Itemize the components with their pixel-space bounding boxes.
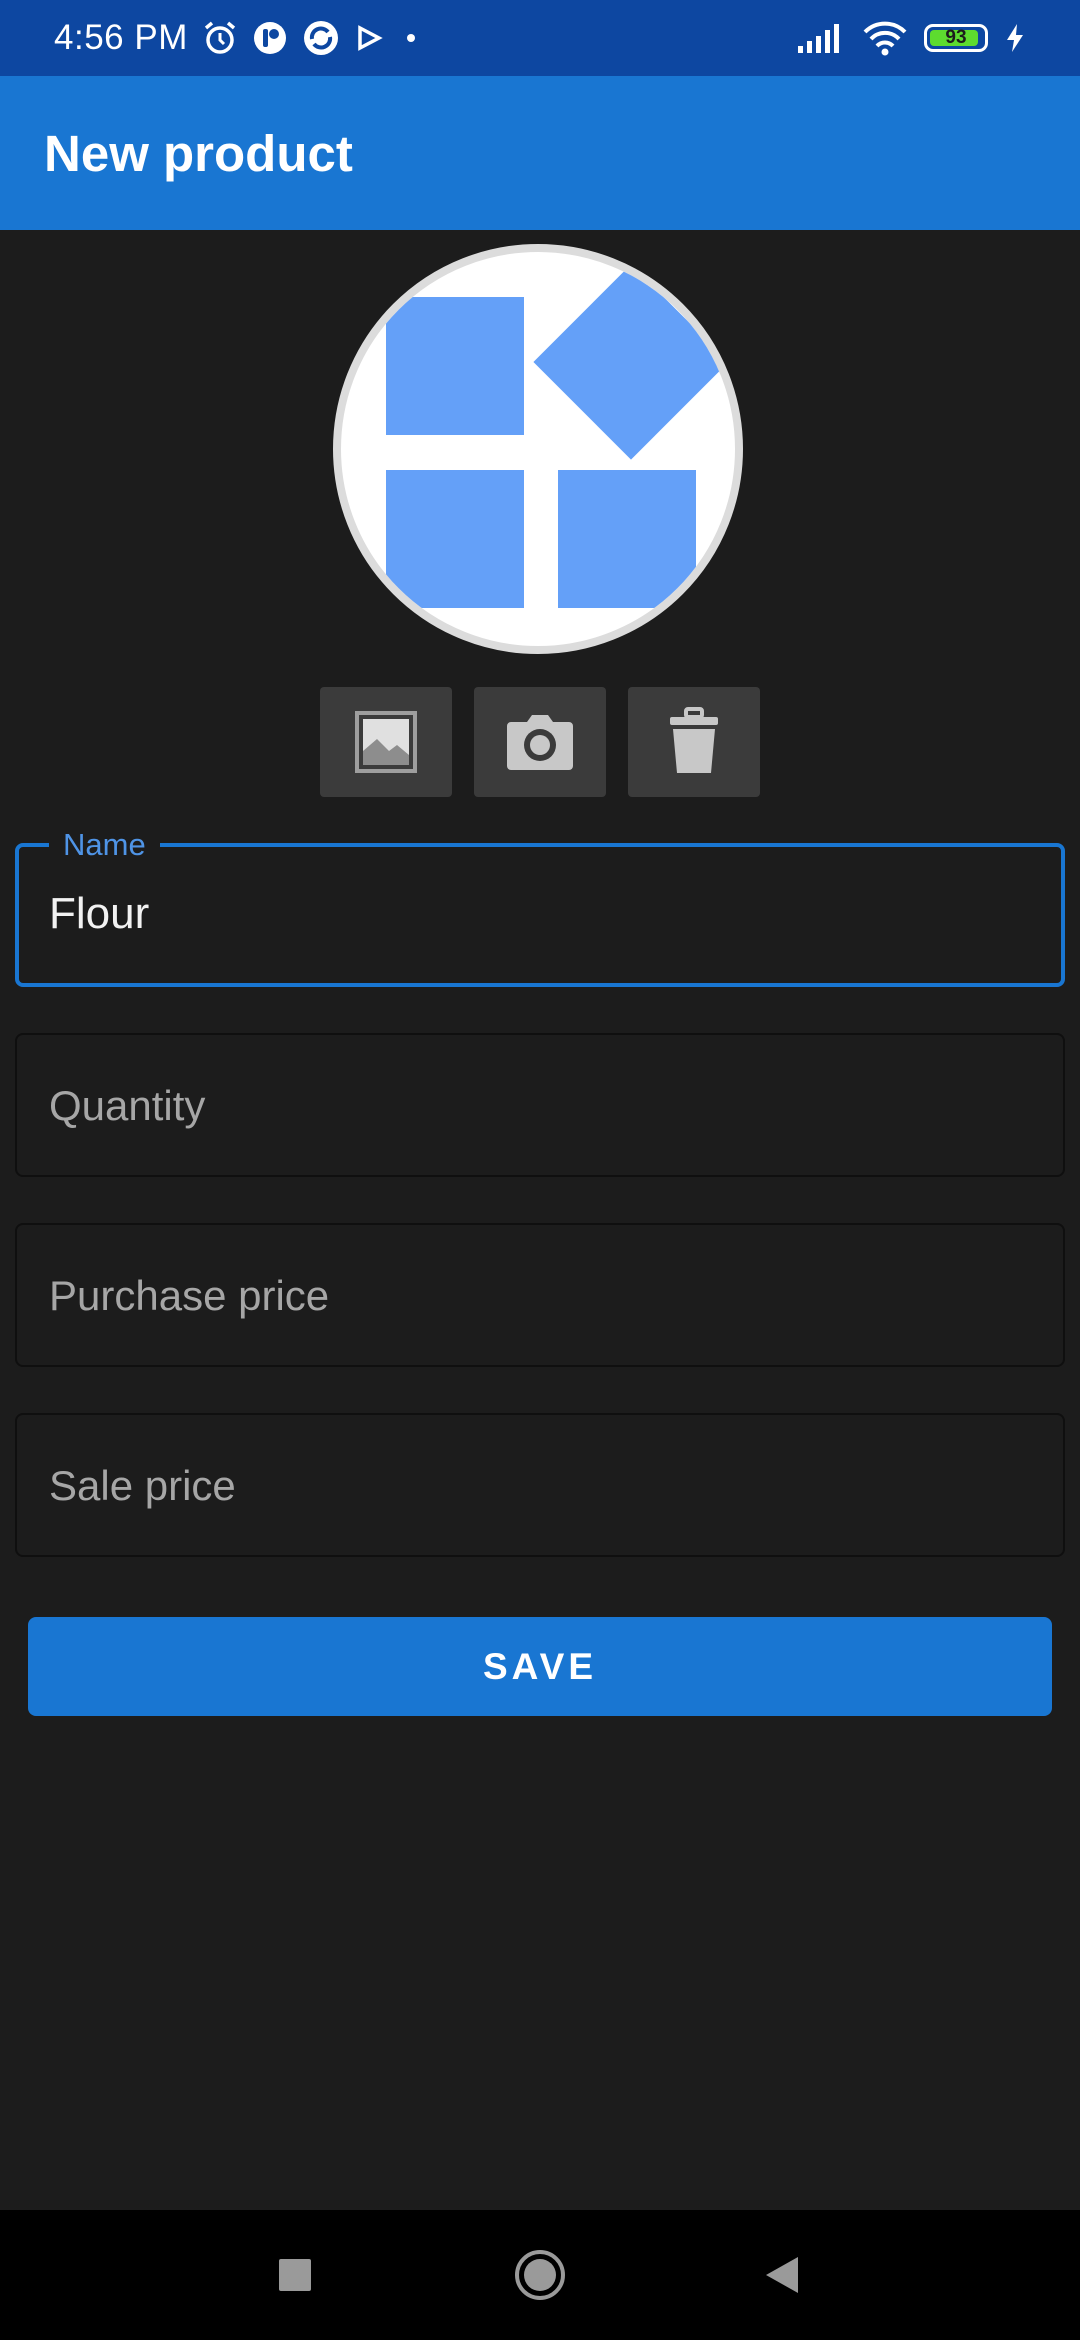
gallery-icon xyxy=(355,711,417,773)
app-bar: New product xyxy=(0,76,1080,230)
battery-level: 93 xyxy=(945,27,967,48)
battery-icon: 93 xyxy=(924,24,988,52)
sale-price-field[interactable]: Sale price xyxy=(15,1413,1065,1557)
navigation-bar xyxy=(0,2210,1080,2340)
take-photo-button[interactable] xyxy=(474,687,606,797)
status-time: 4:56 PM xyxy=(54,18,188,57)
name-field-label: Name xyxy=(49,827,160,863)
page-title: New product xyxy=(44,124,353,182)
status-system-icons: 93 xyxy=(796,20,1026,56)
delete-image-button[interactable] xyxy=(628,687,760,797)
sync-app-icon xyxy=(303,21,338,55)
cellular-signal-icon xyxy=(798,24,839,53)
product-placeholder-icon xyxy=(386,264,729,608)
status-bar: 4:56 PM 93 xyxy=(0,0,1080,76)
purchase-price-placeholder: Purchase price xyxy=(49,1272,330,1319)
recent-apps-icon[interactable] xyxy=(278,2258,312,2292)
quantity-field[interactable]: Quantity xyxy=(15,1033,1065,1177)
home-icon[interactable] xyxy=(514,2249,566,2301)
dot-icon xyxy=(406,34,415,42)
sale-price-placeholder: Sale price xyxy=(49,1462,236,1509)
pick-from-gallery-button[interactable] xyxy=(320,687,452,797)
alarm-icon xyxy=(204,21,235,54)
save-button[interactable]: SAVE xyxy=(28,1617,1052,1716)
wifi-icon xyxy=(863,21,907,56)
purchase-price-field[interactable]: Purchase price xyxy=(15,1223,1065,1367)
charging-icon xyxy=(1007,24,1023,52)
name-input[interactable] xyxy=(49,889,1031,939)
name-field[interactable]: Name xyxy=(15,827,1065,987)
product-image[interactable] xyxy=(333,244,743,654)
trash-icon xyxy=(670,707,718,773)
back-icon[interactable] xyxy=(764,2256,800,2294)
quantity-placeholder: Quantity xyxy=(49,1082,206,1129)
camera-icon xyxy=(507,715,573,770)
status-notification-icons xyxy=(202,19,424,57)
app-notification-icon xyxy=(253,22,286,54)
play-store-icon xyxy=(358,25,383,51)
